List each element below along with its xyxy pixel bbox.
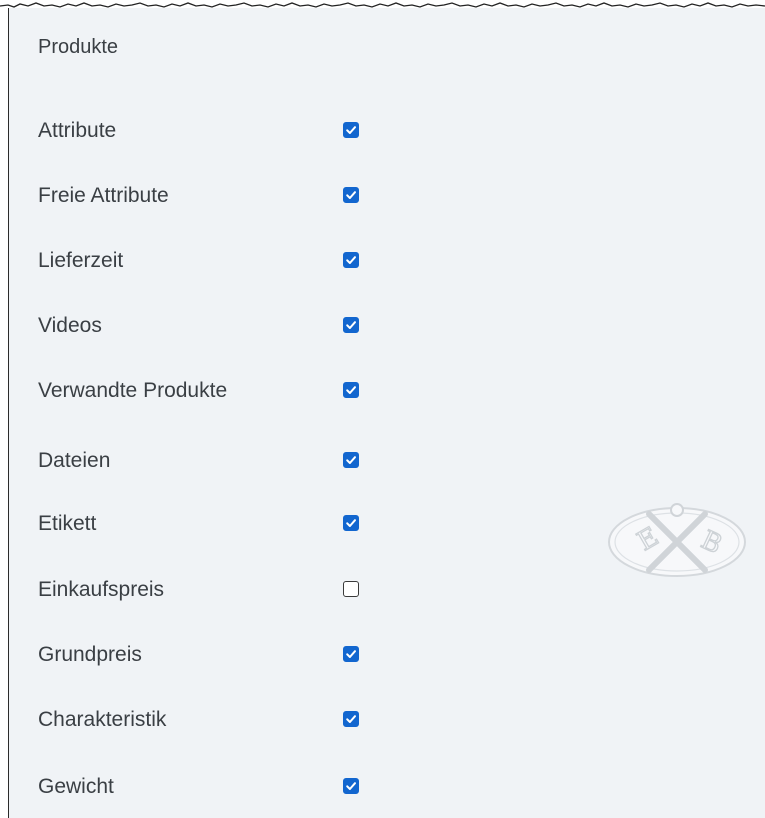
option-label: Grundpreis [38,643,142,666]
option-label: Charakteristik [38,708,167,731]
lieferzeit-checkbox[interactable] [343,252,359,268]
check-mark-icon [346,126,356,134]
check-mark-icon [346,256,356,264]
verwandte-produkte-checkbox[interactable] [343,382,359,398]
option-label: Freie Attribute [38,184,169,207]
option-label: Gewicht [38,775,114,798]
check-mark-icon [346,191,356,199]
option-label: Videos [38,314,102,337]
option-label: Attribute [38,119,117,142]
option-row-etikett: Etikett [38,509,378,539]
etikett-checkbox[interactable] [343,515,359,531]
option-row-charakteristik: Charakteristik [38,705,378,735]
option-row-videos: Videos [38,311,378,341]
grundpreis-checkbox[interactable] [343,646,359,662]
option-label: Verwandte Produkte [38,379,228,402]
option-row-dateien: Dateien [38,446,378,476]
products-settings-panel: Produkte Attribute Freie Attribute Liefe… [8,8,765,818]
check-mark-icon [346,715,356,723]
option-row-einkaufspreis: Einkaufspreis [38,575,378,605]
dateien-checkbox[interactable] [343,452,359,468]
einkaufspreis-checkbox[interactable] [343,581,359,597]
option-label: Lieferzeit [38,249,124,272]
charakteristik-checkbox[interactable] [343,711,359,727]
option-row-verwandte-produkte: Verwandte Produkte [38,376,378,406]
attribute-checkbox[interactable] [343,122,359,138]
check-mark-icon [346,650,356,658]
option-label: Einkaufspreis [38,578,165,601]
gewicht-checkbox[interactable] [343,778,359,794]
option-label: Dateien [38,449,111,472]
option-row-gewicht: Gewicht [38,772,378,802]
section-title: Produkte [38,36,119,58]
check-mark-icon [346,456,356,464]
check-mark-icon [346,519,356,527]
seal-logo: E B [608,503,746,577]
option-row-attribute: Attribute [38,116,378,146]
check-mark-icon [346,782,356,790]
check-mark-icon [346,386,356,394]
option-row-freie-attribute: Freie Attribute [38,181,378,211]
option-row-lieferzeit: Lieferzeit [38,246,378,276]
videos-checkbox[interactable] [343,317,359,333]
option-label: Etikett [38,512,97,535]
option-row-grundpreis: Grundpreis [38,640,378,670]
freie-attribute-checkbox[interactable] [343,187,359,203]
check-mark-icon [346,321,356,329]
